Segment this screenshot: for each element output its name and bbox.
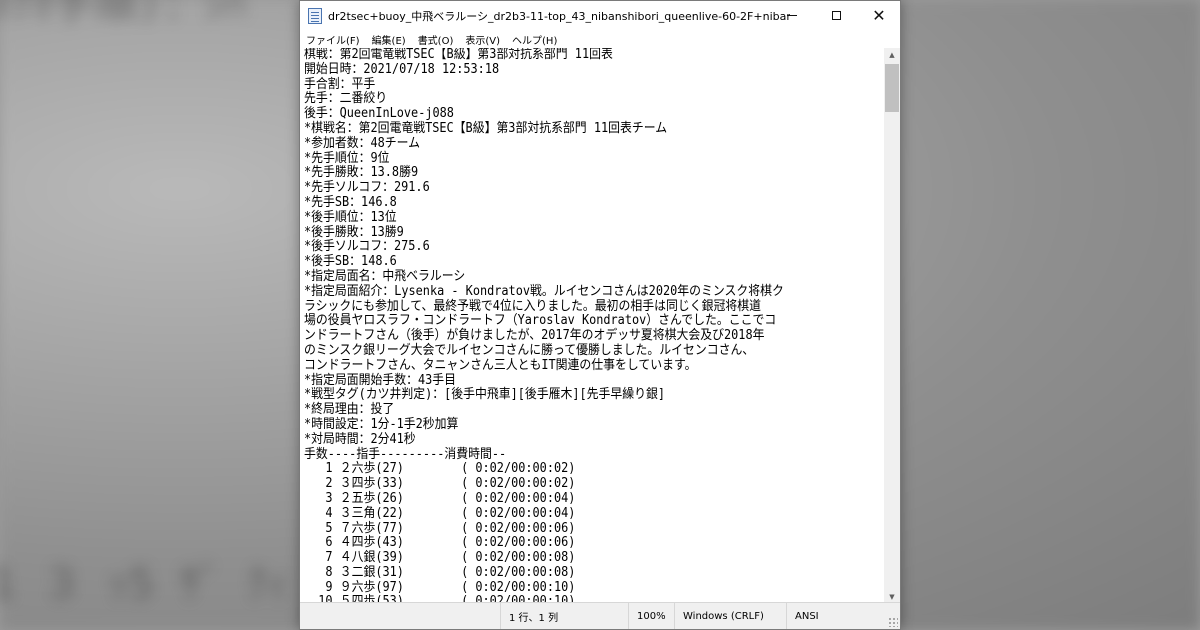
maximize-icon bbox=[831, 11, 841, 20]
maximize-button[interactable] bbox=[814, 1, 858, 30]
menu-view[interactable]: 表示(V) bbox=[459, 32, 506, 47]
text-line: 手数----指手---------消費時間-- bbox=[304, 446, 507, 462]
encoding: ANSI bbox=[786, 603, 886, 629]
text-content: 棋戦：第2回電竜戦TSEC【B級】第3部対抗系部門 11回表 開始日時：2021/… bbox=[300, 48, 884, 604]
menu-format[interactable]: 書式(O) bbox=[412, 32, 460, 47]
text-line: *先手勝敗：13.8勝9 bbox=[304, 165, 419, 181]
text-line: 6 ４四歩(43) ( 0:02/00:00:06) bbox=[304, 535, 576, 551]
close-button[interactable]: ✕ bbox=[857, 1, 901, 30]
text-line: 4 ３三角(22) ( 0:02/00:00:04) bbox=[304, 505, 576, 521]
text-line: *先手順位：9位 bbox=[304, 150, 390, 166]
blurred-background-text-bottom: 1 ３ ｯ5 ｻﾞ ｸｨ bbox=[0, 559, 289, 608]
text-line: 1 ２六歩(27) ( 0:02/00:00:02) bbox=[304, 461, 576, 477]
scroll-up-button[interactable]: ▲ bbox=[884, 48, 900, 62]
chevron-up-icon: ▲ bbox=[889, 51, 895, 59]
menu-file[interactable]: ファイル(F) bbox=[300, 32, 366, 47]
text-line: 棋戦：第2回電竜戦TSEC【B級】第3部対抗系部門 11回表 bbox=[304, 48, 613, 62]
text-line: 7 ４八銀(39) ( 0:02/00:00:08) bbox=[304, 550, 576, 566]
close-icon: ✕ bbox=[872, 5, 886, 25]
text-line: 先手：二番絞り bbox=[304, 91, 388, 107]
text-line: 9 ９六歩(97) ( 0:02/00:00:10) bbox=[304, 579, 576, 595]
blurred-background-text: ﾎｸｵ手順)：ｼﾊ bbox=[0, 0, 247, 28]
notepad-icon bbox=[308, 7, 322, 24]
text-line: *対局時間：2分41秒 bbox=[304, 431, 416, 447]
cursor-position: 1 行、1 列 bbox=[500, 603, 628, 629]
text-line: *先手ソルコフ：291.6 bbox=[304, 180, 430, 196]
scroll-thumb[interactable] bbox=[885, 64, 899, 112]
text-line: *後手勝敗：13勝9 bbox=[304, 224, 404, 240]
vertical-scrollbar[interactable]: ▲ ▼ bbox=[884, 48, 900, 604]
text-editor-area[interactable]: 棋戦：第2回電竜戦TSEC【B級】第3部対抗系部門 11回表 開始日時：2021/… bbox=[300, 48, 884, 604]
minimize-icon bbox=[787, 15, 797, 16]
title-bar[interactable]: dr2tsec+buoy_中飛ベラルーシ_dr2b3-11-top_43_nib… bbox=[300, 1, 900, 30]
text-line: *後手ソルコフ：275.6 bbox=[304, 239, 430, 255]
text-line: *先手SB：146.8 bbox=[304, 194, 397, 210]
menu-edit[interactable]: 編集(E) bbox=[366, 32, 412, 47]
text-line: 後手：QueenInLove-j088 bbox=[304, 106, 454, 122]
text-line: 場の役員ヤロスラフ・コンドラートフ（Yaroslav Kondratov）さんで… bbox=[304, 313, 777, 329]
text-line: *棋戦名：第2回電竜戦TSEC【B級】第3部対抗系部門 11回表チーム bbox=[304, 120, 668, 136]
text-line: *時間設定：1分-1手2秒加算 bbox=[304, 416, 459, 432]
text-line: *後手SB：148.6 bbox=[304, 254, 397, 270]
text-line: コンドラートフさん、タニャンさん三人ともIT関連の仕事をしています。 bbox=[304, 357, 697, 373]
line-ending: Windows (CRLF) bbox=[674, 603, 786, 629]
text-line: *後手順位：13位 bbox=[304, 209, 397, 225]
text-line: *終局理由：投了 bbox=[304, 402, 395, 418]
text-line: 3 ２五歩(26) ( 0:02/00:00:04) bbox=[304, 490, 576, 506]
notepad-window: dr2tsec+buoy_中飛ベラルーシ_dr2b3-11-top_43_nib… bbox=[299, 0, 901, 630]
text-line: *指定局面名：中飛ベラルーシ bbox=[304, 268, 466, 284]
resize-grip-icon[interactable] bbox=[888, 617, 898, 627]
zoom-level: 100% bbox=[628, 603, 674, 629]
text-line: 8 ３二銀(31) ( 0:02/00:00:08) bbox=[304, 564, 576, 580]
text-line: *指定局面紹介：Lysenka - Kondratov戦。ルイセンコさんは202… bbox=[304, 283, 784, 299]
menu-help[interactable]: ヘルプ(H) bbox=[506, 32, 563, 47]
text-line: 5 ７六歩(77) ( 0:02/00:00:06) bbox=[304, 520, 576, 536]
status-bar: 1 行、1 列 100% Windows (CRLF) ANSI bbox=[300, 602, 900, 629]
text-line: 開始日時：2021/07/18 12:53:18 bbox=[304, 61, 500, 77]
text-line: ラシックにも参加して、最終予戦で4位に入りました。最初の相手は同じく銀冠将棋道 bbox=[304, 298, 761, 314]
chevron-down-icon: ▼ bbox=[889, 593, 895, 601]
text-line: *指定局面開始手数：43手目 bbox=[304, 372, 457, 388]
menu-bar: ファイル(F) 編集(E) 書式(O) 表示(V) ヘルプ(H) bbox=[300, 30, 900, 48]
text-line: ンドラートフさん（後手）が負けましたが、2017年のオデッサ夏将棋大会及び201… bbox=[304, 328, 765, 344]
text-line: のミンスク銀リーグ大会でルイセンコさんに勝って優勝しました。ルイセンコさん、 bbox=[304, 342, 755, 358]
text-line: 手合割：平手 bbox=[304, 76, 376, 92]
text-line: 2 ３四歩(33) ( 0:02/00:00:02) bbox=[304, 476, 576, 492]
minimize-button[interactable] bbox=[770, 1, 814, 30]
window-title: dr2tsec+buoy_中飛ベラルーシ_dr2b3-11-top_43_nib… bbox=[328, 9, 790, 23]
text-line: *参加者数：48チーム bbox=[304, 135, 421, 151]
text-line: *戦型タグ(カツ井判定)：[後手中飛車][後手雁木][先手早繰り銀] bbox=[304, 387, 666, 403]
